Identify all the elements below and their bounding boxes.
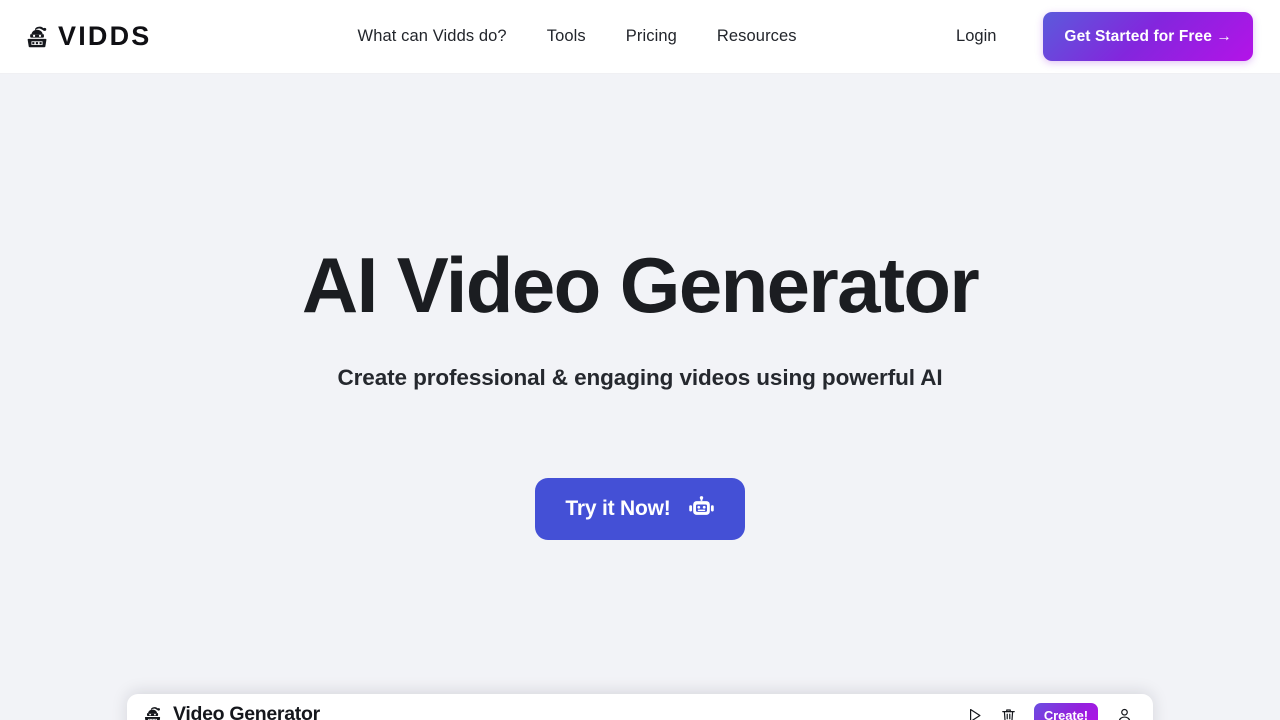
robot-icon	[688, 495, 714, 515]
ninja-logo-icon	[27, 26, 47, 47]
panel-title: Video Generator	[173, 703, 320, 720]
delete-button[interactable]	[992, 700, 1026, 720]
video-generator-panel: Video Generator Create!	[127, 694, 1153, 720]
try-it-now-label: Try it Now!	[565, 497, 671, 520]
try-it-now-button[interactable]: Try it Now!	[535, 478, 745, 540]
page-title: AI Video Generator	[301, 241, 980, 329]
hero-section: AI Video Generator Create professional &…	[0, 74, 1280, 720]
trash-icon	[1002, 708, 1016, 720]
hero-cta-container: Try it Now!	[0, 478, 1280, 540]
brand-wordmark: VIDDS	[58, 21, 152, 51]
play-button[interactable]	[958, 700, 992, 720]
nav-what-can-vidds-do[interactable]: What can Vidds do?	[338, 19, 527, 54]
ninja-logo-icon	[144, 706, 161, 720]
login-link[interactable]: Login	[936, 19, 1016, 54]
get-started-button[interactable]: Get Started for Free →	[1043, 12, 1253, 61]
account-button[interactable]	[1107, 700, 1141, 720]
play-icon	[970, 708, 981, 720]
nav-resources[interactable]: Resources	[697, 19, 817, 54]
nav-tools[interactable]: Tools	[527, 19, 606, 54]
header-actions: Login Get Started for Free →	[936, 12, 1280, 61]
user-icon	[1118, 708, 1130, 720]
panel-title-group: Video Generator	[142, 705, 320, 720]
site-header: VIDDS What can Vidds do? Tools Pricing R…	[0, 0, 1280, 74]
nav-pricing[interactable]: Pricing	[606, 19, 697, 54]
main-navigation: What can Vidds do? Tools Pricing Resourc…	[338, 19, 817, 54]
panel-actions: Create!	[958, 700, 1141, 720]
panel-toolbar: Video Generator Create!	[127, 697, 1153, 720]
hero-subtitle: Create professional & engaging videos us…	[337, 365, 943, 390]
create-button[interactable]: Create!	[1033, 702, 1098, 720]
brand-logo[interactable]: VIDDS	[24, 23, 152, 50]
